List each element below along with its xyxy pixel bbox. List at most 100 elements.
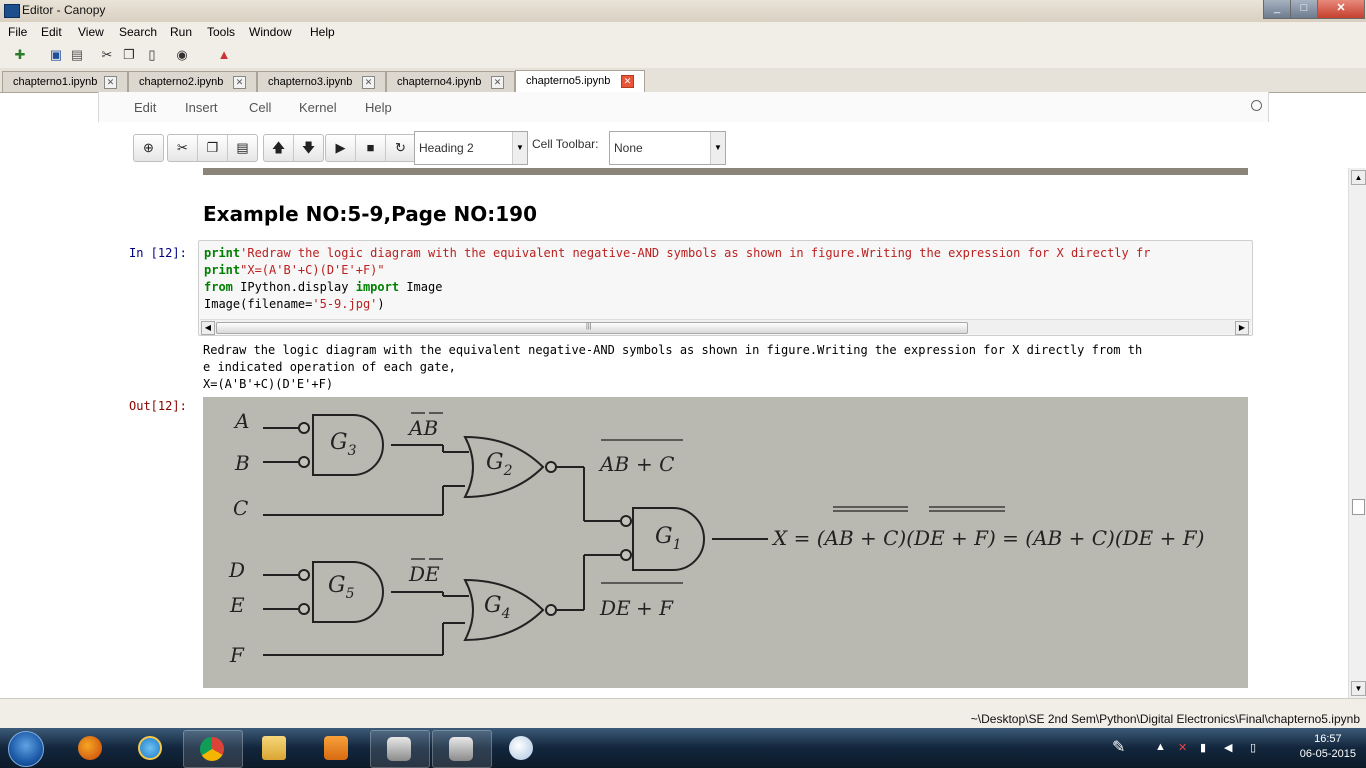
close-tab-icon[interactable]: ✕ [104,76,117,89]
windows-logo-icon [8,731,44,767]
tab-label: chapterno5.ipynb [526,75,611,87]
start-button[interactable] [4,729,46,767]
close-tab-icon[interactable]: ✕ [621,75,634,88]
close-tab-icon[interactable]: ✕ [362,76,375,89]
input-label-b: B [234,451,250,475]
restart-kernel-icon[interactable]: ↻ [386,135,415,161]
show-hidden-icons-icon[interactable]: ▲ [1155,741,1166,753]
input-label-e: E [229,593,245,617]
input-label-c: C [233,496,248,520]
code-horizontal-scrollbar[interactable]: ◀ ||| ▶ [200,319,1251,335]
gate-label-g5: G5 [328,573,355,602]
system-clock[interactable]: 16:57 06-05-2015 [1300,733,1356,760]
menu-search[interactable]: Search [119,25,157,39]
file-explorer-icon[interactable] [246,730,304,766]
cell-type-select[interactable]: Heading 2 ▼ [414,131,528,165]
interrupt-kernel-icon[interactable]: ■ [356,135,386,161]
canopy-icon-2[interactable] [432,730,492,768]
scrollbar-thumb[interactable] [1352,499,1365,515]
output-expression: X = (AB + C)(DE + F) = (AB + C)(DE + F) [771,526,1204,550]
save-icon[interactable]: ▣ [48,47,64,63]
notebook-area[interactable]: Example NO:5-9,Page NO:190 In [12]: prin… [0,168,1348,698]
firefox-icon[interactable] [62,730,120,766]
scrollbar-thumb[interactable] [216,322,968,334]
previous-output-image [203,168,1248,175]
insert-cell-below-icon[interactable]: ⊕ [134,135,163,161]
save-all-icon[interactable]: ▤ [69,47,85,63]
scroll-down-icon[interactable]: ▼ [1351,681,1366,696]
cut-cell-icon[interactable]: ✂ [168,135,198,161]
paste-cell-icon[interactable]: ▤ [228,135,257,161]
clock-time: 16:57 [1314,733,1342,745]
signal-icon[interactable]: ▮ [1200,741,1206,754]
code-string: '5-9.jpg' [312,297,378,311]
nb-menu-help[interactable]: Help [365,100,392,115]
notebook-vertical-scrollbar[interactable]: ▲ ▼ [1348,168,1366,698]
edit-group: ✂ ❐ ▤ [167,134,258,162]
copy-icon[interactable]: ❐ [121,47,137,63]
tab-chapterno5[interactable]: chapterno5.ipynb ✕ [515,70,645,93]
signal-label-de: DE [408,562,440,586]
scroll-up-icon[interactable]: ▲ [1351,170,1366,185]
tab-label: chapterno1.ipynb [13,76,98,88]
new-file-icon[interactable]: ✚ [12,47,28,63]
canopy-icon[interactable] [370,730,430,768]
volume-icon[interactable]: ◀ [1224,741,1232,754]
nb-menu-insert[interactable]: Insert [185,100,218,115]
clock-date: 06-05-2015 [1299,748,1356,760]
menu-file[interactable]: File [8,25,27,39]
battery-icon[interactable]: ▯ [1250,741,1256,754]
close-tab-icon[interactable]: ✕ [491,76,504,89]
menu-run[interactable]: Run [170,25,192,39]
run-debug-icon[interactable]: ▲ [216,47,232,63]
editor-tabbar: chapterno1.ipynb ✕ chapterno2.ipynb ✕ ch… [0,68,1366,93]
canopy-app-icon [4,4,20,18]
nb-menu-cell[interactable]: Cell [249,100,271,115]
file-path: ~\Desktop\SE 2nd Sem\Python\Digital Elec… [970,712,1360,726]
run-cell-icon[interactable]: ▶ [326,135,356,161]
tab-chapterno2[interactable]: chapterno2.ipynb ✕ [128,71,257,92]
scroll-right-icon[interactable]: ▶ [1235,321,1249,335]
paste-icon[interactable]: ▯ [144,47,160,63]
cut-icon[interactable]: ✂ [99,47,115,63]
tab-label: chapterno2.ipynb [139,76,224,88]
media-player-icon[interactable] [308,730,366,766]
maximize-button[interactable]: □ [1290,0,1318,19]
menu-window[interactable]: Window [249,25,292,39]
output-image-logic-diagram: A B C D E F G3 G2 G1 G5 G4 AB AB + C DE … [203,397,1248,688]
cell-toolbar-select[interactable]: None ▼ [609,131,726,165]
network-error-icon[interactable]: ✕ [1178,741,1187,754]
move-cell-down-icon[interactable]: 🡇 [294,135,323,161]
input-label-f: F [229,643,245,667]
find-icon[interactable]: ◉ [174,47,190,63]
code-paren: ) [377,297,385,311]
tab-chapterno4[interactable]: chapterno4.ipynb ✕ [386,71,515,92]
gate-label-g1: G1 [655,524,682,553]
notebook-menubar: Edit Insert Cell Kernel Help [98,92,1269,123]
chrome-icon[interactable] [183,730,243,768]
close-tab-icon[interactable]: ✕ [233,76,246,89]
scroll-left-icon[interactable]: ◀ [201,321,215,335]
move-group: 🡅 🡇 [263,134,324,162]
logic-diagram-svg: A B C D E F G3 G2 G1 G5 G4 AB AB + C DE … [228,409,1204,667]
code-keyword: from [204,280,233,294]
move-cell-up-icon[interactable]: 🡅 [264,135,294,161]
menu-help[interactable]: Help [310,25,335,39]
nb-menu-edit[interactable]: Edit [134,100,156,115]
internet-explorer-icon[interactable] [122,730,180,766]
paint-icon[interactable] [493,730,551,766]
tab-chapterno1[interactable]: chapterno1.ipynb ✕ [2,71,128,92]
nb-menu-kernel[interactable]: Kernel [299,100,337,115]
tab-chapterno3[interactable]: chapterno3.ipynb ✕ [257,71,386,92]
menu-edit[interactable]: Edit [41,25,62,39]
input-prompt: In [12]: [129,246,187,260]
action-center-icon[interactable]: ✎ [1112,737,1125,757]
menu-tools[interactable]: Tools [207,25,235,39]
window-titlebar: Editor - Canopy _ □ ✕ [0,0,1366,23]
code-cell-editor[interactable]: print'Redraw the logic diagram with the … [198,240,1253,336]
copy-cell-icon[interactable]: ❐ [198,135,228,161]
close-window-button[interactable]: ✕ [1317,0,1365,19]
markdown-heading[interactable]: Example NO:5-9,Page NO:190 [203,202,537,226]
minimize-button[interactable]: _ [1263,0,1291,19]
menu-view[interactable]: View [78,25,104,39]
